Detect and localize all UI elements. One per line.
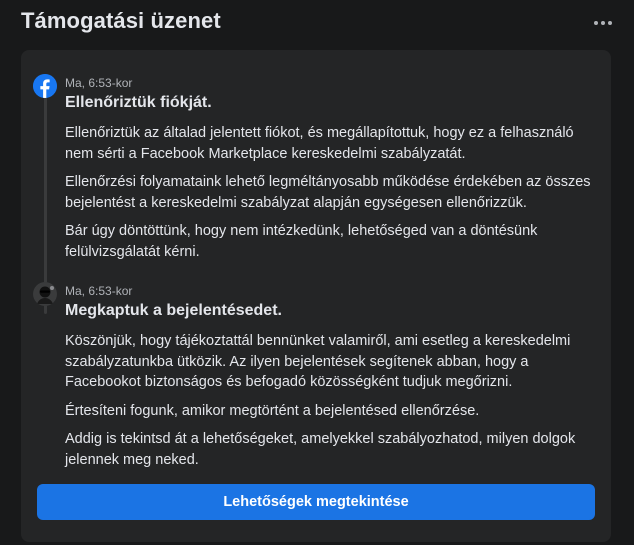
message-paragraph: Értesíteni fogunk, amikor megtörtént a b… (65, 402, 480, 419)
page-header: Támogatási üzenet (0, 0, 634, 48)
more-options-button[interactable] (590, 10, 616, 36)
message-paragraph: Köszönjük, hogy tájékoztattál bennünket … (65, 333, 571, 390)
more-horizontal-icon (594, 21, 598, 25)
more-dot (608, 21, 612, 25)
message-paragraph: Ellenőriztük az általad jelentett fiókot… (65, 125, 574, 162)
message-heading: Megkaptuk a bejelentésedet. (65, 302, 282, 319)
message-paragraph: Ellenőrzési folyamataink lehető legméltá… (65, 174, 591, 211)
page-title: Támogatási üzenet (21, 8, 221, 33)
support-message-card: Ma, 6:53-kor Ellenőriztük fiókját. Ellen… (21, 50, 611, 542)
message-paragraph: Bár úgy döntöttünk, hogy nem intézkedünk… (65, 223, 538, 260)
view-options-button[interactable]: Lehetőségek megtekintése (37, 484, 595, 520)
message-timestamp: Ma, 6:53-kor (65, 284, 133, 298)
facebook-logo-icon (33, 74, 57, 98)
message-body: Köszönjük, hogy tájékoztattál bennünket … (65, 331, 600, 478)
message-body: Ellenőriztük az általad jelentett fiókot… (65, 123, 600, 270)
user-avatar-icon (33, 282, 57, 306)
message-paragraph: Addig is tekintsd át a lehetőségeket, am… (65, 431, 576, 468)
more-dot (601, 21, 605, 25)
message-heading: Ellenőriztük fiókját. (65, 94, 212, 111)
message-timestamp: Ma, 6:53-kor (65, 76, 133, 90)
